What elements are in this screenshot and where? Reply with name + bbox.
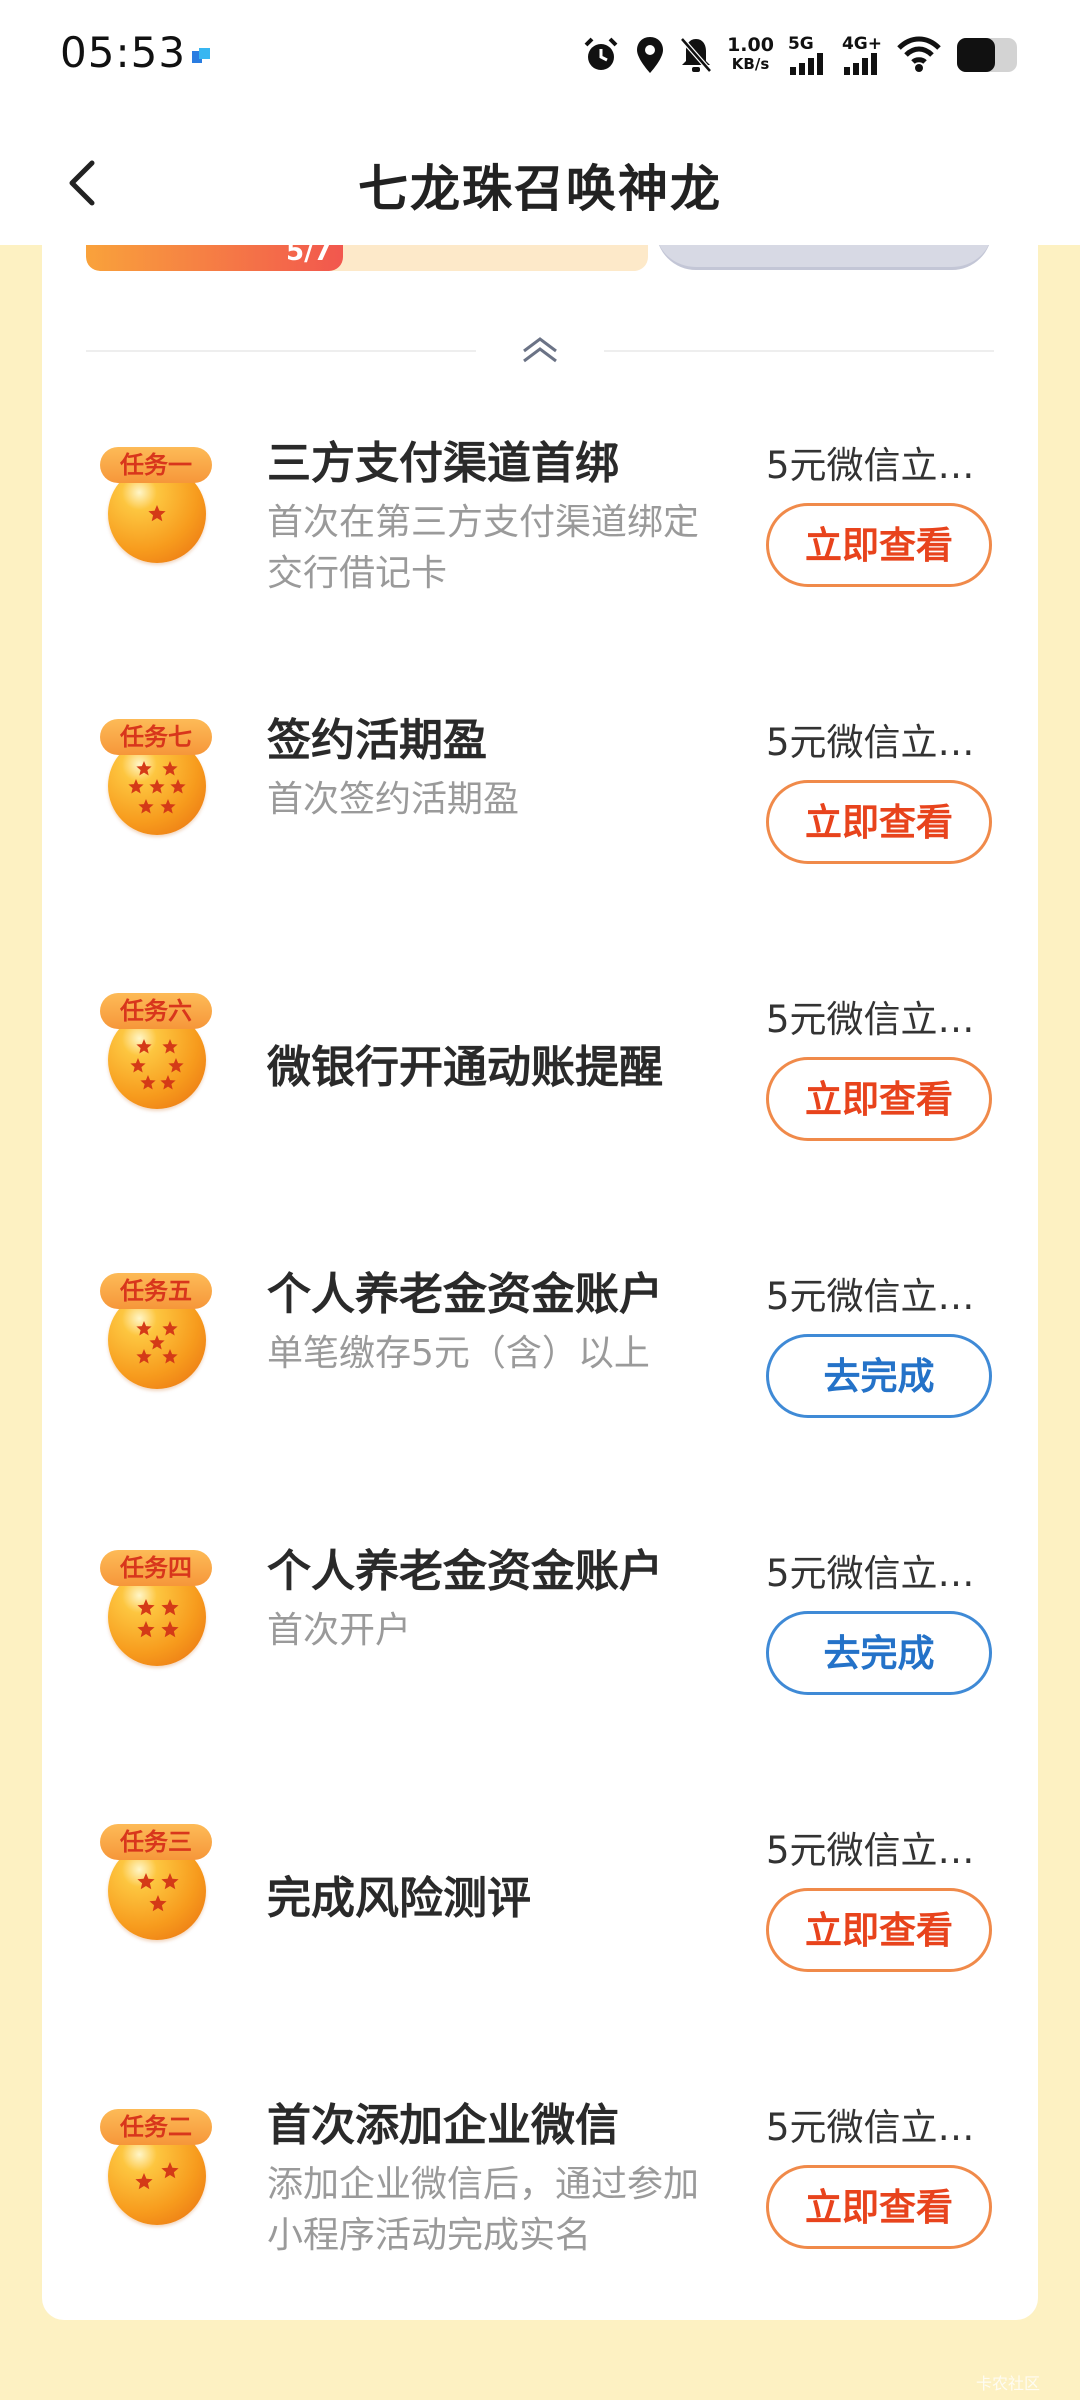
signal-5g: 5G <box>788 35 828 75</box>
star-icon <box>162 761 178 776</box>
mute-bell-icon <box>680 37 712 73</box>
task-reward: 5元微信立减金 <box>766 1552 992 1595</box>
star-icon <box>137 1599 155 1616</box>
task-title: 签约活期盈 <box>267 715 487 766</box>
view-now-button[interactable]: 立即查看 <box>766 780 992 864</box>
task-row: 任务五 个人养老金资金账户单笔缴存5元（含）以上 5元微信立减金去完成 <box>42 1246 1038 1476</box>
task-description: 单笔缴存5元（含）以上 <box>267 1333 650 1374</box>
task-description: 首次开户 <box>267 1610 412 1651</box>
star-icon <box>149 1335 165 1350</box>
star-icon <box>135 2173 153 2190</box>
battery-icon <box>957 38 1017 72</box>
task-row: 任务四 个人养老金资金账户首次开户 5元微信立减金去完成 <box>42 1523 1038 1753</box>
star-icon <box>168 1058 184 1073</box>
view-now-button[interactable]: 立即查看 <box>766 1888 992 1972</box>
page-title: 七龙珠召唤神龙 <box>358 160 722 218</box>
star-icon <box>136 1321 152 1336</box>
task-badge: 任务五 <box>100 1273 212 1309</box>
star-icon <box>160 1075 176 1090</box>
task-row: 任务七 签约活期盈首次签约活期盈 5元微信立减金立即查看 <box>42 692 1038 922</box>
signal-bars-icon <box>843 52 877 75</box>
task-badge: 任务七 <box>100 719 212 755</box>
task-title: 完成风险测评 <box>267 1873 531 1924</box>
task-row: 任务三完成风险测评 5元微信立减金立即查看 <box>42 1800 1038 2030</box>
alarm-icon <box>584 37 618 70</box>
task-reward: 5元微信立减金 <box>766 1829 992 1872</box>
location-icon <box>637 37 664 73</box>
progress-text: 5/7 <box>286 245 332 267</box>
task-title: 个人养老金资金账户 <box>267 1546 663 1597</box>
wifi-icon <box>897 36 941 72</box>
reward-button-disabled[interactable] <box>656 245 992 270</box>
task-badge: 任务三 <box>100 1824 212 1860</box>
divider <box>86 350 476 352</box>
task-badge: 任务四 <box>100 1550 212 1586</box>
view-now-button[interactable]: 立即查看 <box>766 2165 992 2249</box>
star-icon <box>140 1075 156 1090</box>
go-complete-button[interactable]: 去完成 <box>766 1334 992 1418</box>
star-icon <box>136 1039 152 1054</box>
nav-bar: 七龙珠召唤神龙 <box>0 115 1080 245</box>
task-description: 首次在第三方支付渠道绑定交行借记卡 <box>267 502 700 594</box>
star-icon <box>149 1895 167 1912</box>
task-title: 微银行开通动账提醒 <box>267 1042 663 1093</box>
task-card: 5/7 任务一 三方支付渠道首绑 首次在第三方支付渠道绑定交行借记卡 5元微信立减金立… <box>42 245 1038 2320</box>
status-bar: 05:53 1.00 KB/s 5G 4G+ <box>0 0 1080 115</box>
star-icon <box>138 799 154 814</box>
divider <box>604 350 994 352</box>
task-badge: 任务二 <box>100 2109 212 2145</box>
task-description: 首次签约活期盈 <box>267 779 520 820</box>
star-icon <box>170 779 186 794</box>
star-icon <box>161 1621 179 1638</box>
star-icon <box>136 1349 152 1364</box>
net-speed: 1.00 KB/s <box>727 34 774 74</box>
task-reward: 5元微信立减金 <box>766 1275 992 1318</box>
view-now-button[interactable]: 立即查看 <box>766 1057 992 1141</box>
status-icons: 1.00 KB/s 5G 4G+ <box>581 30 1020 80</box>
star-icon <box>162 1321 178 1336</box>
task-reward: 5元微信立减金 <box>766 721 992 764</box>
star-icon <box>136 761 152 776</box>
star-icon <box>162 1039 178 1054</box>
star-icon <box>137 1621 155 1638</box>
star-icon <box>161 2162 179 2179</box>
collapse-chevron-icon[interactable] <box>516 333 564 367</box>
star-icon <box>149 779 165 794</box>
star-icon <box>160 799 176 814</box>
task-description: 添加企业微信后，通过参加小程序活动完成实名 <box>267 2164 700 2256</box>
star-icon <box>128 779 144 794</box>
task-row: 任务二 首次添加企业微信添加企业微信后，通过参加小程序活动完成实名 5元微信立减金立… <box>42 2077 1038 2307</box>
status-time: 05:53 <box>60 28 187 77</box>
star-icon <box>137 1873 155 1890</box>
star-icon <box>161 1873 179 1890</box>
star-icon <box>130 1058 146 1073</box>
watermark: 卡农社区 <box>975 2374 1040 2393</box>
task-row: 任务六微银行开通动账提醒 5元微信立减金立即查看 <box>42 969 1038 1199</box>
star-icon <box>162 1349 178 1364</box>
task-title: 个人养老金资金账户 <box>267 1269 663 1320</box>
star-icon <box>161 1599 179 1616</box>
task-title: 首次添加企业微信 <box>267 2100 619 2151</box>
task-reward: 5元微信立减金 <box>766 998 992 1041</box>
star-icon <box>148 505 166 522</box>
task-reward: 5元微信立减金 <box>766 2106 992 2149</box>
task-title: 三方支付渠道首绑 <box>267 438 619 489</box>
task-badge: 任务六 <box>100 993 212 1029</box>
app-notification-icon <box>188 44 214 70</box>
task-badge: 任务一 <box>100 447 212 483</box>
go-complete-button[interactable]: 去完成 <box>766 1611 992 1695</box>
signal-4g: 4G+ <box>842 35 882 75</box>
task-reward: 5元微信立减金 <box>766 444 992 487</box>
task-row: 任务一 三方支付渠道首绑首次在第三方支付渠道绑定交行借记卡 5元微信立减金立即查看 <box>42 415 1038 645</box>
signal-bars-icon <box>789 52 823 75</box>
progress-bar: 5/7 <box>86 245 648 271</box>
view-now-button[interactable]: 立即查看 <box>766 503 992 587</box>
